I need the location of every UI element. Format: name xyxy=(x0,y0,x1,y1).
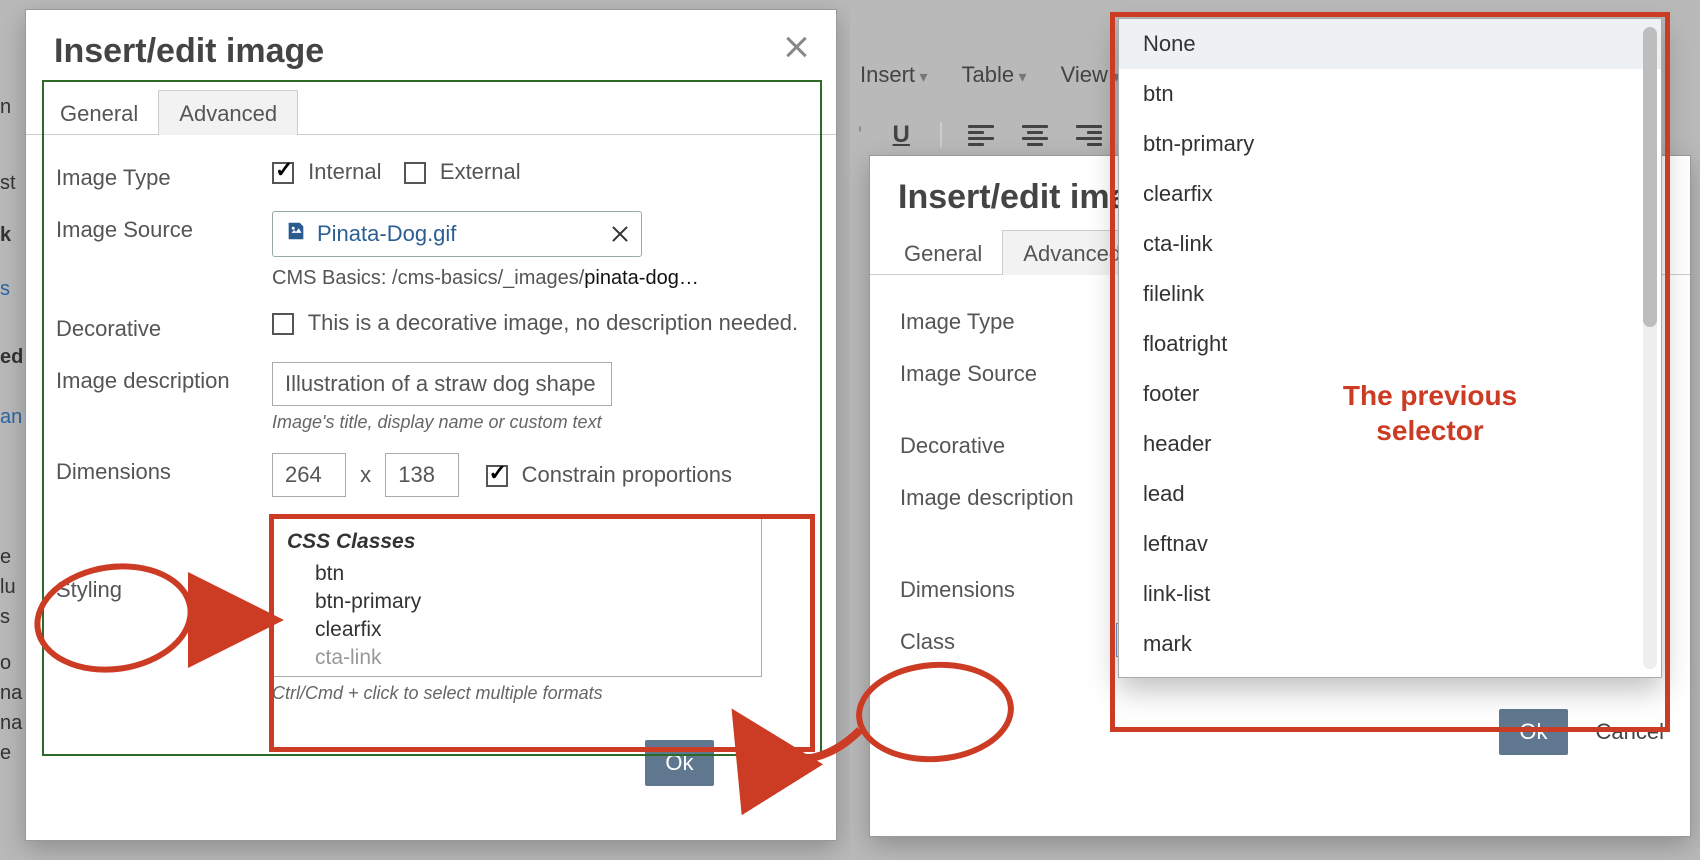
dropdown-option[interactable]: leftnav xyxy=(1119,519,1661,569)
clear-source-icon[interactable] xyxy=(611,225,629,243)
ok-button[interactable]: Ok xyxy=(645,740,713,786)
checkbox-external[interactable] xyxy=(404,162,426,184)
description-input[interactable]: Illustration of a straw dog shape xyxy=(272,362,612,406)
underline-icon[interactable]: U xyxy=(886,120,916,150)
class-dropdown-popup[interactable]: None btn btn-primary clearfix cta-link f… xyxy=(1118,18,1662,678)
menu-table[interactable]: Table xyxy=(962,62,1027,88)
checkbox-decorative[interactable] xyxy=(272,313,294,335)
path-prefix: CMS Basics: /cms-basics/_images/ xyxy=(272,267,584,289)
stage: n st k s ed an e lu s o na na e Insert/e… xyxy=(0,0,1700,860)
label-decorative: Decorative xyxy=(896,427,1116,459)
styling-hint: Ctrl/Cmd + click to select multiple form… xyxy=(272,683,810,704)
dropdown-option[interactable]: cta-link xyxy=(1119,219,1661,269)
scrollbar-thumb[interactable] xyxy=(1643,27,1657,327)
styling-listbox[interactable]: CSS Classes btn btn-primary clearfix cta… xyxy=(272,517,762,677)
constrain-label: Constrain proportions xyxy=(522,462,732,487)
label-styling: Styling xyxy=(52,517,272,603)
menu-insert[interactable]: Insert xyxy=(860,62,928,88)
align-left-icon[interactable] xyxy=(966,120,996,150)
dialog-buttons: Ok Cancel xyxy=(870,697,1690,765)
dialog-buttons: Ok Cancel xyxy=(26,728,836,796)
menu-view[interactable]: View xyxy=(1061,62,1121,88)
label-description: Image description xyxy=(52,362,272,394)
dropdown-option[interactable]: clearfix xyxy=(1119,169,1661,219)
tab-advanced[interactable]: Advanced xyxy=(158,90,298,135)
editor-menubar: Insert Table View xyxy=(860,62,1120,88)
checkbox-constrain[interactable] xyxy=(486,465,508,487)
dropdown-option[interactable]: floatright xyxy=(1119,319,1661,369)
label-description: Image description xyxy=(896,479,1116,511)
label-decorative: Decorative xyxy=(52,310,272,342)
label-dimensions: Dimensions xyxy=(896,571,1116,603)
label-class: Class xyxy=(896,623,1116,655)
height-input[interactable]: 138 xyxy=(385,453,459,497)
option-internal: Internal xyxy=(308,159,381,184)
cancel-button[interactable]: Cancel xyxy=(742,750,810,776)
tab-general[interactable]: General xyxy=(40,91,158,135)
bg-fragment: o xyxy=(0,652,24,675)
bg-fragment: an xyxy=(0,406,24,429)
dropdown-option[interactable]: btn-primary xyxy=(1119,119,1661,169)
dialog-title: Insert/edit image xyxy=(26,10,836,89)
option-external: External xyxy=(440,159,521,184)
dropdown-option[interactable]: btn xyxy=(1119,69,1661,119)
checkbox-internal[interactable] xyxy=(272,162,294,184)
tabs: General Advanced xyxy=(26,89,836,135)
bg-fragment: s xyxy=(0,278,24,301)
cancel-button[interactable]: Cancel xyxy=(1596,719,1664,745)
label-image-source: Image Source xyxy=(52,211,272,243)
bg-fragment: e xyxy=(0,546,24,569)
width-input[interactable]: 264 xyxy=(272,453,346,497)
annotation-text: The previous selector xyxy=(1320,378,1540,448)
image-source-filename: Pinata-Dog.gif xyxy=(317,221,456,247)
image-file-icon xyxy=(285,220,307,248)
style-option[interactable]: clearfix xyxy=(315,616,747,644)
dropdown-option[interactable]: None xyxy=(1119,19,1661,69)
path-tail: pinata-dog… xyxy=(584,267,699,289)
bg-fragment: na xyxy=(0,682,24,705)
dropdown-option[interactable]: mark xyxy=(1119,619,1661,669)
bg-fragment: k xyxy=(0,224,24,247)
image-source-path: CMS Basics: /cms-basics/_images/pinata-d… xyxy=(272,267,810,290)
bg-fragment: n xyxy=(0,96,24,119)
style-option[interactable]: cta-link xyxy=(315,644,747,672)
decorative-text: This is a decorative image, no descripti… xyxy=(308,310,798,335)
close-icon[interactable] xyxy=(782,34,810,62)
bg-fragment: na xyxy=(0,712,24,735)
ok-button[interactable]: Ok xyxy=(1499,709,1567,755)
dropdown-option[interactable]: filelink xyxy=(1119,269,1661,319)
align-right-icon[interactable] xyxy=(1074,120,1104,150)
bg-fragment: lu xyxy=(0,576,24,599)
tab-general[interactable]: General xyxy=(884,231,1002,275)
dialog-insert-image-left: Insert/edit image General Advanced Image… xyxy=(26,10,836,840)
styling-group-header: CSS Classes xyxy=(287,530,747,554)
style-option[interactable]: btn xyxy=(315,560,747,588)
editor-toolbar: ' U xyxy=(858,120,1104,150)
dropdown-list: None btn btn-primary clearfix cta-link f… xyxy=(1119,19,1661,669)
label-image-source: Image Source xyxy=(896,355,1116,387)
bg-fragment: s xyxy=(0,606,24,629)
label-image-type: Image Type xyxy=(896,303,1116,335)
dropdown-option[interactable]: link-list xyxy=(1119,569,1661,619)
dimensions-separator: x xyxy=(360,462,371,487)
dropdown-option[interactable]: lead xyxy=(1119,469,1661,519)
align-center-icon[interactable] xyxy=(1020,120,1050,150)
label-dimensions: Dimensions xyxy=(52,453,272,485)
style-option[interactable]: btn-primary xyxy=(315,588,747,616)
bg-fragment: e xyxy=(0,742,24,765)
label-image-type: Image Type xyxy=(52,159,272,191)
bg-fragment: st xyxy=(0,172,24,195)
bg-fragment: ed xyxy=(0,346,24,369)
description-hint: Image's title, display name or custom te… xyxy=(272,412,810,433)
form-body: Image Type Internal External Image Sourc… xyxy=(26,135,836,728)
image-source-chip[interactable]: Pinata-Dog.gif xyxy=(272,211,642,257)
